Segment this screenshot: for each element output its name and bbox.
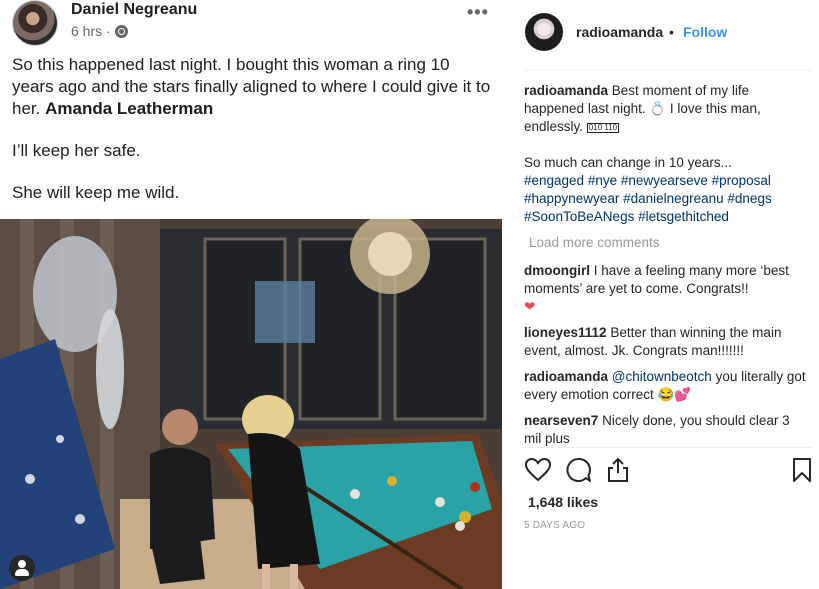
- comment: nearseven7 Nicely done, you should clear…: [524, 412, 806, 448]
- post-time[interactable]: 6 hrs ·: [71, 23, 111, 39]
- heart-icon[interactable]: [524, 456, 552, 484]
- post-age: 5 DAYS AGO: [524, 520, 586, 531]
- comment-user[interactable]: dmoongirl: [524, 263, 590, 278]
- caption-user[interactable]: radioamanda: [524, 83, 608, 98]
- share-icon[interactable]: [604, 456, 632, 484]
- post-paragraph: She will keep me wild.: [12, 183, 180, 202]
- comment-user[interactable]: radioamanda: [524, 369, 608, 384]
- comment: dmoongirl I have a feeling many more ‘be…: [524, 262, 806, 316]
- comment-user[interactable]: lioneyes1112: [524, 325, 607, 340]
- more-options-icon[interactable]: •••: [467, 2, 489, 23]
- action-bar: [524, 456, 816, 486]
- divider: [524, 447, 812, 448]
- heart-emoji: ❤: [524, 299, 536, 314]
- divider: [524, 70, 812, 71]
- comment-emoji: 😂💕: [657, 387, 692, 402]
- post-paragraph: I’ll keep her safe.: [12, 141, 141, 160]
- ig-handle[interactable]: radioamanda: [576, 24, 663, 40]
- comments-section: radioamanda Best moment of my life happe…: [524, 82, 806, 456]
- post-paragraph: So this happened last night. I bought th…: [12, 54, 492, 120]
- post-meta: 6 hrs ·: [71, 23, 128, 39]
- separator-dot: •: [669, 24, 674, 40]
- bookmark-icon[interactable]: [788, 456, 816, 484]
- ig-avatar[interactable]: [525, 13, 563, 51]
- facebook-post: Daniel Negreanu 6 hrs · ••• So this happ…: [0, 0, 502, 589]
- follow-button[interactable]: Follow: [683, 24, 727, 40]
- comment-mention[interactable]: @chitownbeotch: [612, 369, 712, 384]
- hashtags[interactable]: #engaged #nye #newyearseve #proposal #ha…: [524, 172, 806, 226]
- likes-count[interactable]: 1,648 likes: [528, 494, 598, 510]
- author-name[interactable]: Daniel Negreanu: [71, 1, 197, 19]
- comment-user[interactable]: nearseven7: [524, 413, 598, 428]
- photo-illustration: [0, 219, 502, 589]
- comment: radioamanda @chitownbeotch you literally…: [524, 368, 806, 404]
- post-photo[interactable]: [0, 219, 502, 589]
- caption: radioamanda Best moment of my life happe…: [524, 82, 806, 226]
- caption-line: So much can change in 10 years...: [524, 155, 732, 170]
- user-tag-icon[interactable]: [9, 555, 35, 581]
- load-more-comments[interactable]: Load more comments: [529, 234, 806, 252]
- author-avatar[interactable]: [12, 0, 58, 46]
- comment-icon[interactable]: [564, 456, 592, 484]
- mention-link[interactable]: Amanda Leatherman: [45, 99, 213, 118]
- instagram-post: radioamanda • Follow radioamanda Best mo…: [502, 0, 819, 589]
- post-text: So this happened last night. I bought th…: [12, 54, 492, 224]
- globe-icon: [114, 24, 128, 38]
- caption-glyph: 010 110: [586, 123, 620, 133]
- comment: lioneyes1112 Better than winning the mai…: [524, 324, 806, 360]
